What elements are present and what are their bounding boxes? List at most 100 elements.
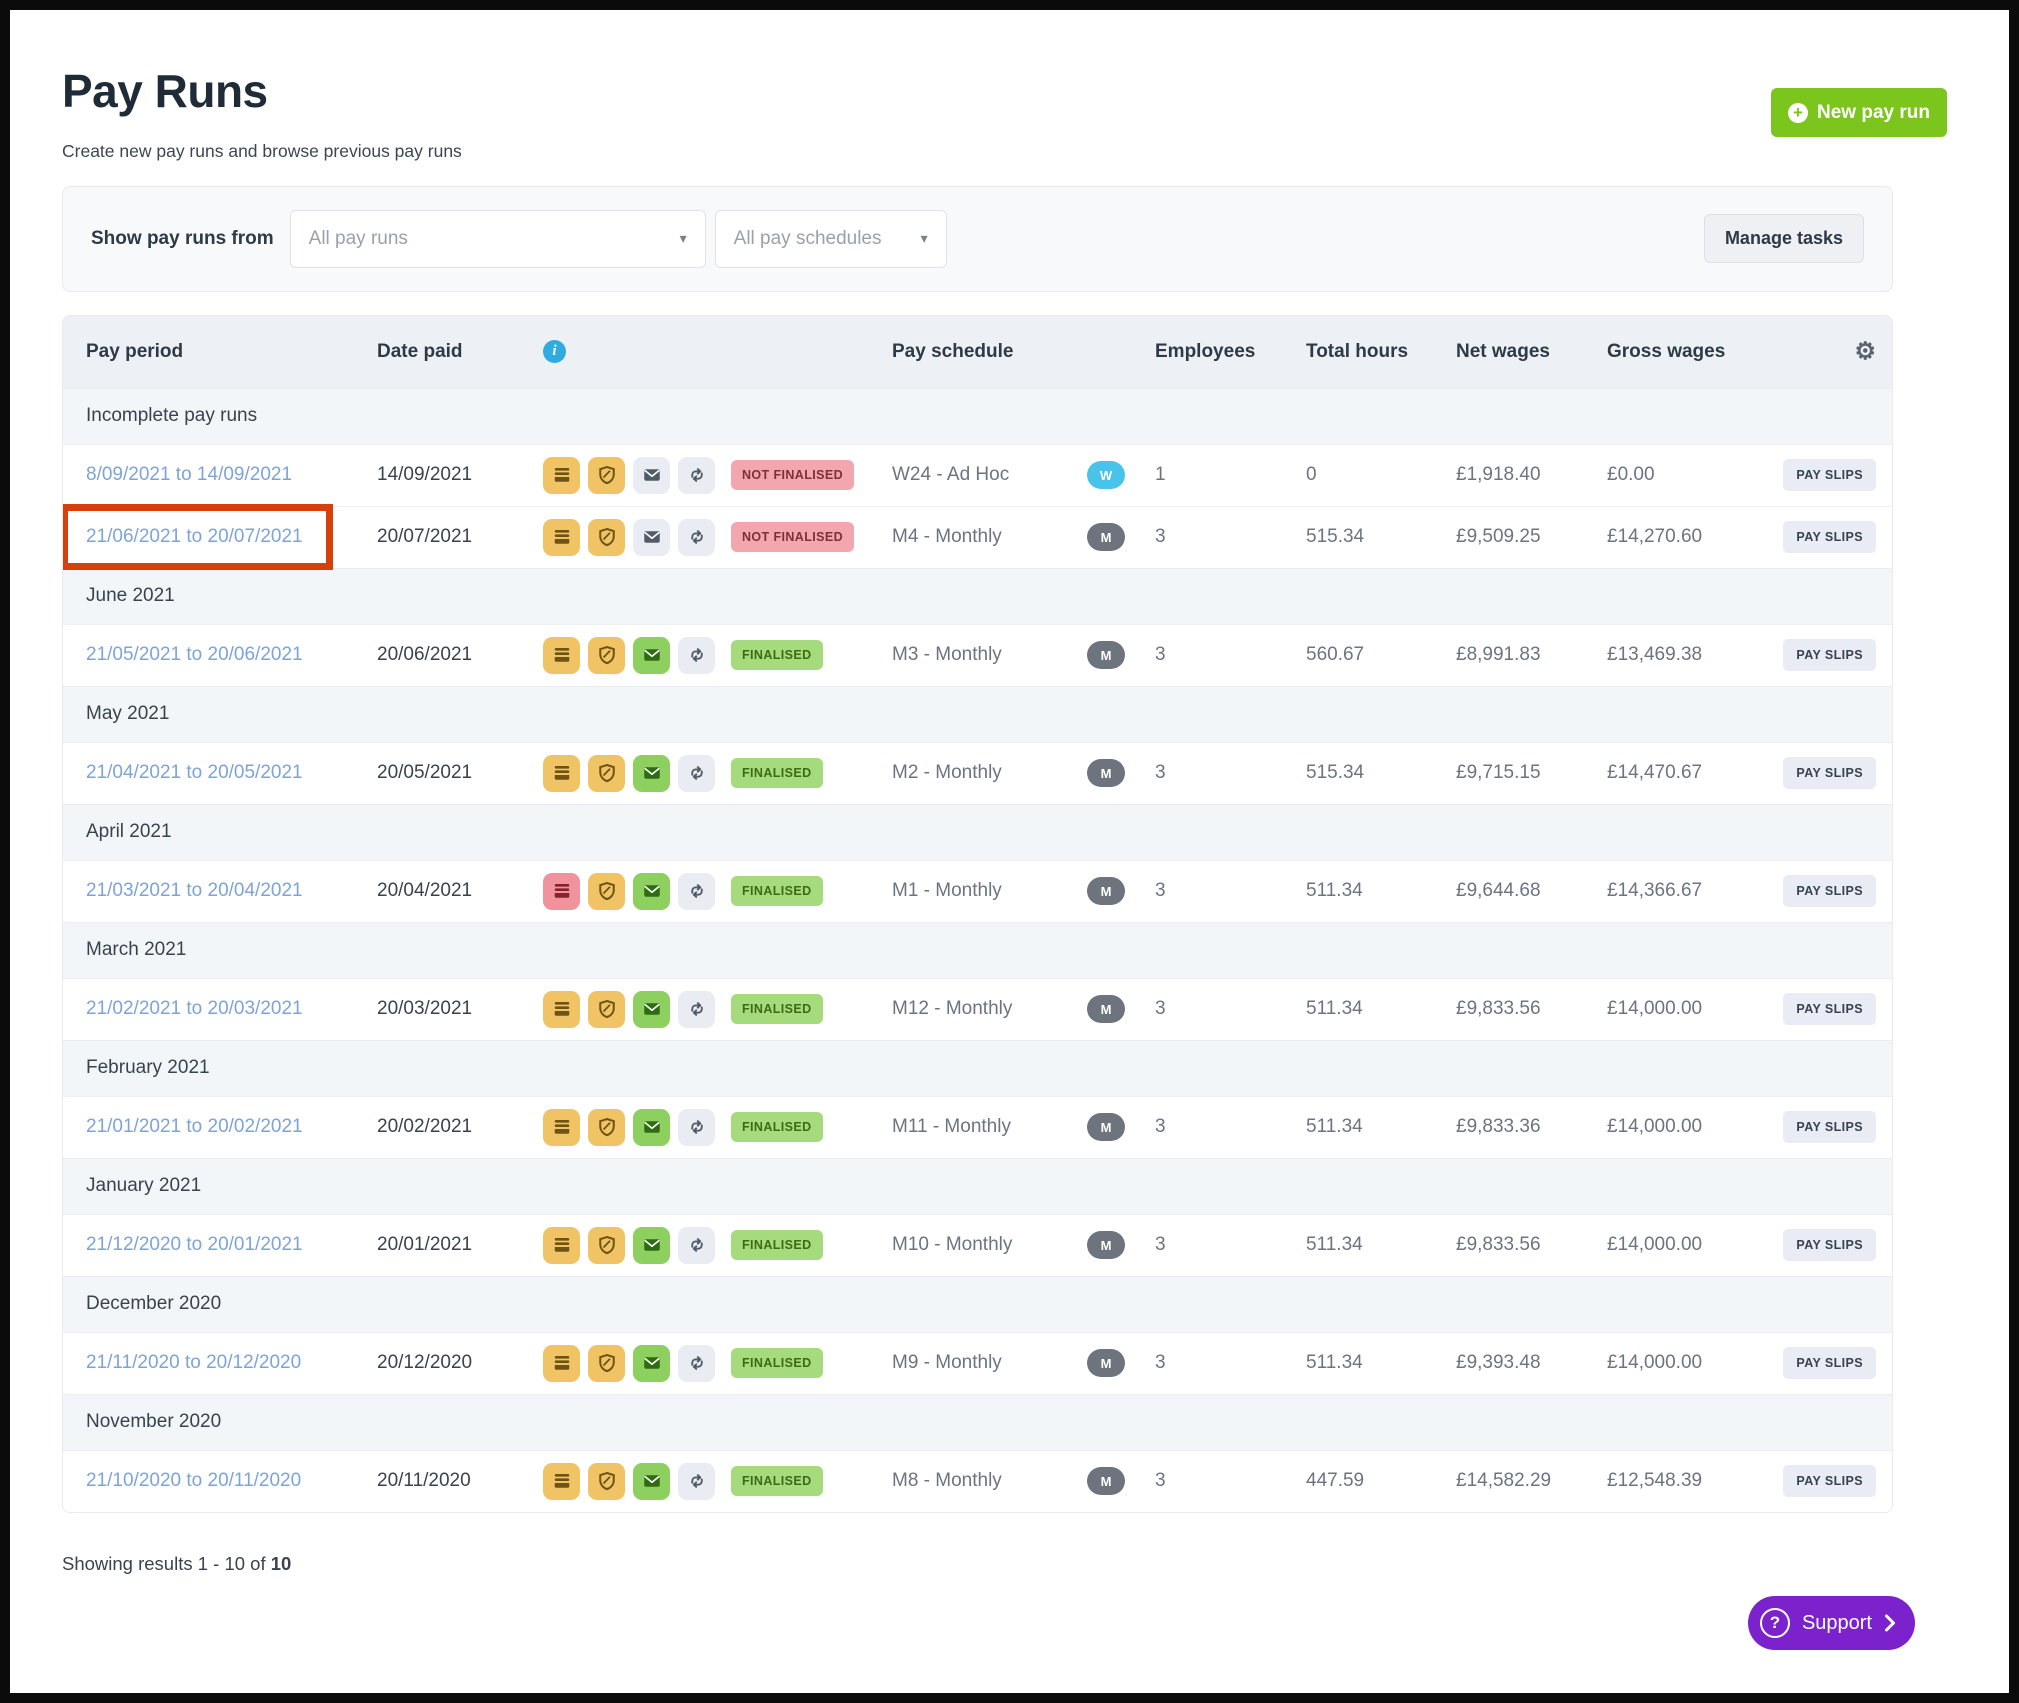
shield-icon bbox=[588, 1345, 625, 1382]
support-label: Support bbox=[1802, 1612, 1872, 1635]
gear-icon[interactable]: ⚙ bbox=[1854, 340, 1876, 364]
net-wages-value: £14,582.29 bbox=[1456, 1470, 1607, 1492]
shield-icon bbox=[588, 991, 625, 1028]
date-paid-value: 20/01/2021 bbox=[377, 1234, 543, 1256]
pay-period-link[interactable]: 21/02/2021 to 20/03/2021 bbox=[86, 998, 303, 1019]
payslip-icon bbox=[543, 637, 580, 674]
pay-period-link[interactable]: 21/05/2021 to 20/06/2021 bbox=[86, 644, 303, 665]
pay-runs-table-body: Incomplete pay runs 8/09/2021 to 14/09/2… bbox=[63, 388, 1892, 1512]
pay-period-link[interactable]: 21/04/2021 to 20/05/2021 bbox=[86, 762, 303, 783]
envelope-icon bbox=[633, 457, 670, 494]
total-hours-value: 560.67 bbox=[1306, 644, 1456, 666]
section-label: November 2020 bbox=[86, 1411, 221, 1433]
sync-icon bbox=[678, 1227, 715, 1264]
status-badge: NOT FINALISED bbox=[731, 460, 854, 490]
date-paid-value: 20/06/2021 bbox=[377, 644, 543, 666]
status-badge: FINALISED bbox=[731, 876, 823, 906]
pay-schedule-value: M11 - Monthly bbox=[892, 1116, 1087, 1138]
pay-schedule-value: M1 - Monthly bbox=[892, 880, 1087, 902]
pay-schedule-value: M8 - Monthly bbox=[892, 1470, 1087, 1492]
envelope-icon bbox=[633, 519, 670, 556]
section-label: Incomplete pay runs bbox=[86, 405, 257, 427]
net-wages-value: £9,833.36 bbox=[1456, 1116, 1607, 1138]
employees-value: 3 bbox=[1155, 880, 1306, 902]
row-status-icons bbox=[543, 991, 731, 1028]
schedule-letter-badge: W bbox=[1087, 461, 1125, 489]
date-paid-value: 20/05/2021 bbox=[377, 762, 543, 784]
pay-slips-button[interactable]: PAY SLIPS bbox=[1783, 521, 1876, 553]
pay-period-link[interactable]: 21/11/2020 to 20/12/2020 bbox=[86, 1352, 301, 1373]
pay-runs-table: Pay period Date paid i Pay schedule Empl… bbox=[62, 315, 1893, 1513]
employees-value: 3 bbox=[1155, 1470, 1306, 1492]
net-wages-value: £9,393.48 bbox=[1456, 1352, 1607, 1374]
pay-period-link[interactable]: 21/10/2020 to 20/11/2020 bbox=[86, 1470, 301, 1491]
manage-tasks-button[interactable]: Manage tasks bbox=[1704, 214, 1864, 263]
plus-circle-icon: + bbox=[1788, 103, 1808, 123]
net-wages-value: £8,991.83 bbox=[1456, 644, 1607, 666]
sync-icon bbox=[678, 1345, 715, 1382]
page-title: Pay Runs bbox=[62, 66, 1947, 117]
shield-icon bbox=[588, 755, 625, 792]
column-header-employees: Employees bbox=[1155, 341, 1306, 363]
filter-label: Show pay runs from bbox=[91, 228, 274, 250]
gross-wages-value: £13,469.38 bbox=[1607, 644, 1773, 666]
pay-slips-button[interactable]: PAY SLIPS bbox=[1783, 993, 1876, 1025]
pay-period-link[interactable]: 8/09/2021 to 14/09/2021 bbox=[86, 464, 292, 485]
schedule-letter-badge: M bbox=[1087, 523, 1125, 551]
section-label: April 2021 bbox=[86, 821, 172, 843]
pay-slips-button[interactable]: PAY SLIPS bbox=[1783, 639, 1876, 671]
pay-period-link[interactable]: 21/06/2021 to 20/07/2021 bbox=[86, 526, 303, 547]
net-wages-value: £9,833.56 bbox=[1456, 998, 1607, 1020]
pay-schedules-filter-dropdown[interactable]: All pay schedules ▾ bbox=[715, 210, 947, 268]
pay-slips-button[interactable]: PAY SLIPS bbox=[1783, 1229, 1876, 1261]
row-status-icons bbox=[543, 873, 731, 910]
total-hours-value: 511.34 bbox=[1306, 1234, 1456, 1256]
payslip-icon bbox=[543, 991, 580, 1028]
table-row: 21/10/2020 to 20/11/2020 20/11/2020 bbox=[63, 1450, 1892, 1512]
employees-value: 3 bbox=[1155, 1234, 1306, 1256]
net-wages-value: £1,918.40 bbox=[1456, 464, 1607, 486]
table-row: 21/03/2021 to 20/04/2021 20/04/2021 bbox=[63, 860, 1892, 922]
pay-slips-button[interactable]: PAY SLIPS bbox=[1783, 1111, 1876, 1143]
pay-slips-button[interactable]: PAY SLIPS bbox=[1783, 459, 1876, 491]
sync-icon bbox=[678, 1109, 715, 1146]
schedule-letter-badge: M bbox=[1087, 641, 1125, 669]
pay-period-link[interactable]: 21/01/2021 to 20/02/2021 bbox=[86, 1116, 303, 1137]
employees-value: 3 bbox=[1155, 762, 1306, 784]
column-header-pay-schedule: Pay schedule bbox=[892, 341, 1087, 363]
status-badge: NOT FINALISED bbox=[731, 522, 854, 552]
envelope-icon bbox=[633, 991, 670, 1028]
new-pay-run-button[interactable]: + New pay run bbox=[1771, 88, 1947, 137]
table-section-row: April 2021 bbox=[63, 804, 1892, 860]
payslip-icon bbox=[543, 1227, 580, 1264]
pay-schedule-value: M2 - Monthly bbox=[892, 762, 1087, 784]
column-header-net-wages: Net wages bbox=[1456, 341, 1607, 363]
pay-slips-button[interactable]: PAY SLIPS bbox=[1783, 875, 1876, 907]
filter-bar: Show pay runs from All pay runs ▾ All pa… bbox=[62, 186, 1893, 292]
schedule-letter-badge: M bbox=[1087, 1113, 1125, 1141]
table-row: 8/09/2021 to 14/09/2021 14/09/2021 bbox=[63, 444, 1892, 506]
pay-slips-button[interactable]: PAY SLIPS bbox=[1783, 1347, 1876, 1379]
pay-period-link[interactable]: 21/03/2021 to 20/04/2021 bbox=[86, 880, 303, 901]
pay-period-link[interactable]: 21/12/2020 to 20/01/2021 bbox=[86, 1234, 303, 1255]
section-label: December 2020 bbox=[86, 1293, 221, 1315]
section-label: February 2021 bbox=[86, 1057, 210, 1079]
table-section-row: March 2021 bbox=[63, 922, 1892, 978]
pay-runs-filter-dropdown[interactable]: All pay runs ▾ bbox=[290, 210, 706, 268]
pay-slips-button[interactable]: PAY SLIPS bbox=[1783, 757, 1876, 789]
table-row: 21/06/2021 to 20/07/2021 20/07/2021 bbox=[63, 506, 1892, 568]
table-section-row: February 2021 bbox=[63, 1040, 1892, 1096]
chevron-down-icon: ▾ bbox=[680, 230, 687, 247]
status-badge: FINALISED bbox=[731, 1112, 823, 1142]
pay-slips-button[interactable]: PAY SLIPS bbox=[1783, 1465, 1876, 1497]
pay-runs-filter-value: All pay runs bbox=[309, 228, 408, 250]
row-status-icons bbox=[543, 519, 731, 556]
envelope-icon bbox=[633, 1227, 670, 1264]
envelope-icon bbox=[633, 637, 670, 674]
total-hours-value: 447.59 bbox=[1306, 1470, 1456, 1492]
table-header-row: Pay period Date paid i Pay schedule Empl… bbox=[63, 316, 1892, 388]
support-button[interactable]: ? Support bbox=[1748, 1596, 1915, 1650]
gross-wages-value: £12,548.39 bbox=[1607, 1470, 1773, 1492]
sync-icon bbox=[678, 991, 715, 1028]
info-icon[interactable]: i bbox=[543, 340, 566, 363]
